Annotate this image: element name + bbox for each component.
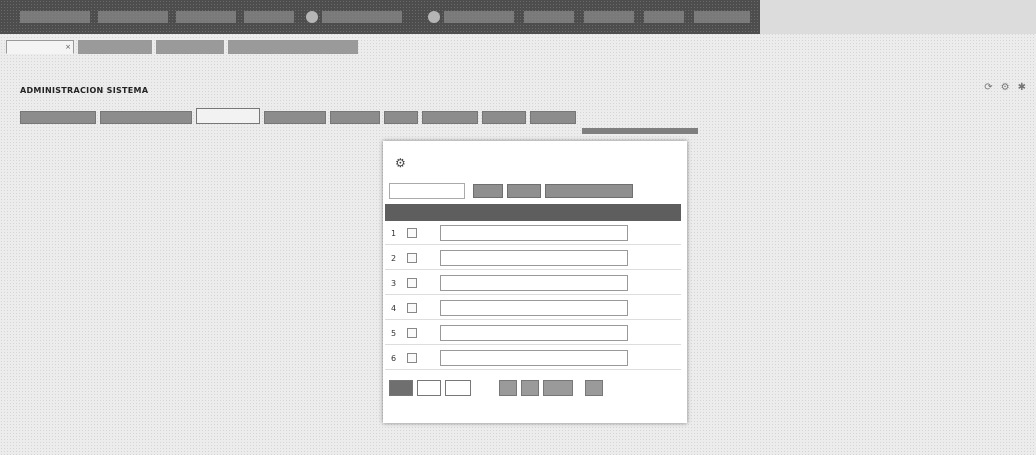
row-text-field[interactable] [440, 250, 628, 266]
top-menu-item[interactable] [584, 11, 634, 23]
menu-dot-icon [428, 11, 440, 23]
page-size-button[interactable] [543, 380, 573, 396]
subtab-8[interactable] [530, 111, 576, 124]
row-divider [385, 319, 681, 320]
row-text-field[interactable] [440, 275, 628, 291]
subtab-6[interactable] [422, 111, 478, 124]
row-number: 2 [391, 254, 397, 263]
pager-controls [389, 378, 679, 396]
document-tabs: × [0, 38, 1036, 56]
search-input[interactable] [389, 183, 465, 199]
subtab-1[interactable] [100, 111, 192, 124]
next-page-button[interactable] [499, 380, 517, 396]
row-checkbox[interactable] [407, 228, 417, 238]
row-checkbox[interactable] [407, 328, 417, 338]
panel-button-1[interactable] [473, 184, 503, 198]
row-number: 4 [391, 304, 397, 313]
top-menu-bar [0, 0, 760, 34]
top-menu-item[interactable] [444, 11, 514, 23]
table-row[interactable]: 2 [385, 248, 681, 270]
panel-button-2[interactable] [507, 184, 541, 198]
users-panel: ⚙ 1 2 3 4 5 6 [383, 141, 687, 423]
top-menu-item[interactable] [98, 11, 168, 23]
refresh-icon[interactable]: ⟳ [984, 81, 992, 95]
tab-1[interactable] [78, 40, 152, 54]
row-text-field[interactable] [440, 350, 628, 366]
page-title: ADMINISTRACION SISTEMA [20, 86, 149, 95]
table-row[interactable]: 6 [385, 348, 681, 370]
subtab-2[interactable] [196, 108, 260, 124]
row-number: 1 [391, 229, 397, 238]
row-text-field[interactable] [440, 300, 628, 316]
row-checkbox[interactable] [407, 278, 417, 288]
row-divider [385, 269, 681, 270]
prev-page-button[interactable] [417, 380, 441, 396]
subtab-3[interactable] [264, 111, 326, 124]
subtab-5[interactable] [384, 111, 418, 124]
subtab-0[interactable] [20, 111, 96, 124]
row-checkbox[interactable] [407, 303, 417, 313]
row-number: 3 [391, 279, 397, 288]
refresh-grid-button[interactable] [585, 380, 603, 396]
table-row[interactable]: 1 [385, 223, 681, 245]
tab-2[interactable] [156, 40, 224, 54]
row-divider [385, 294, 681, 295]
last-page-button[interactable] [521, 380, 539, 396]
top-menu-item[interactable] [694, 11, 750, 23]
grid-header [385, 204, 681, 221]
top-menu-item[interactable] [176, 11, 236, 23]
settings-icon[interactable]: ⚙ [1001, 81, 1010, 95]
subtab-4[interactable] [330, 111, 380, 124]
top-menu-item[interactable] [644, 11, 684, 23]
subtab-indicator [582, 128, 698, 134]
top-menu-item[interactable] [244, 11, 294, 23]
header-tools: ⟳ ⚙ ✱ [984, 81, 1026, 95]
table-row[interactable]: 3 [385, 273, 681, 295]
users-icon: ⚙ [395, 156, 406, 170]
row-number: 6 [391, 354, 397, 363]
menu-dot-icon [306, 11, 318, 23]
table-row[interactable]: 4 [385, 298, 681, 320]
row-divider [385, 244, 681, 245]
panel-button-3[interactable] [545, 184, 633, 198]
first-page-button[interactable] [389, 380, 413, 396]
top-bar-end [760, 0, 1036, 34]
gear-icon[interactable]: ✱ [1018, 81, 1026, 95]
subtab-7[interactable] [482, 111, 526, 124]
table-row[interactable]: 5 [385, 323, 681, 345]
row-text-field[interactable] [440, 225, 628, 241]
row-checkbox[interactable] [407, 253, 417, 263]
row-number: 5 [391, 329, 397, 338]
row-checkbox[interactable] [407, 353, 417, 363]
top-menu-item[interactable] [20, 11, 90, 23]
top-menu-item[interactable] [524, 11, 574, 23]
row-divider [385, 369, 681, 370]
page-number-field[interactable] [445, 380, 471, 396]
close-icon[interactable]: × [65, 41, 71, 53]
tab-3[interactable] [228, 40, 358, 54]
top-menu-item[interactable] [322, 11, 402, 23]
row-text-field[interactable] [440, 325, 628, 341]
row-divider [385, 344, 681, 345]
tab-0[interactable]: × [6, 40, 74, 54]
